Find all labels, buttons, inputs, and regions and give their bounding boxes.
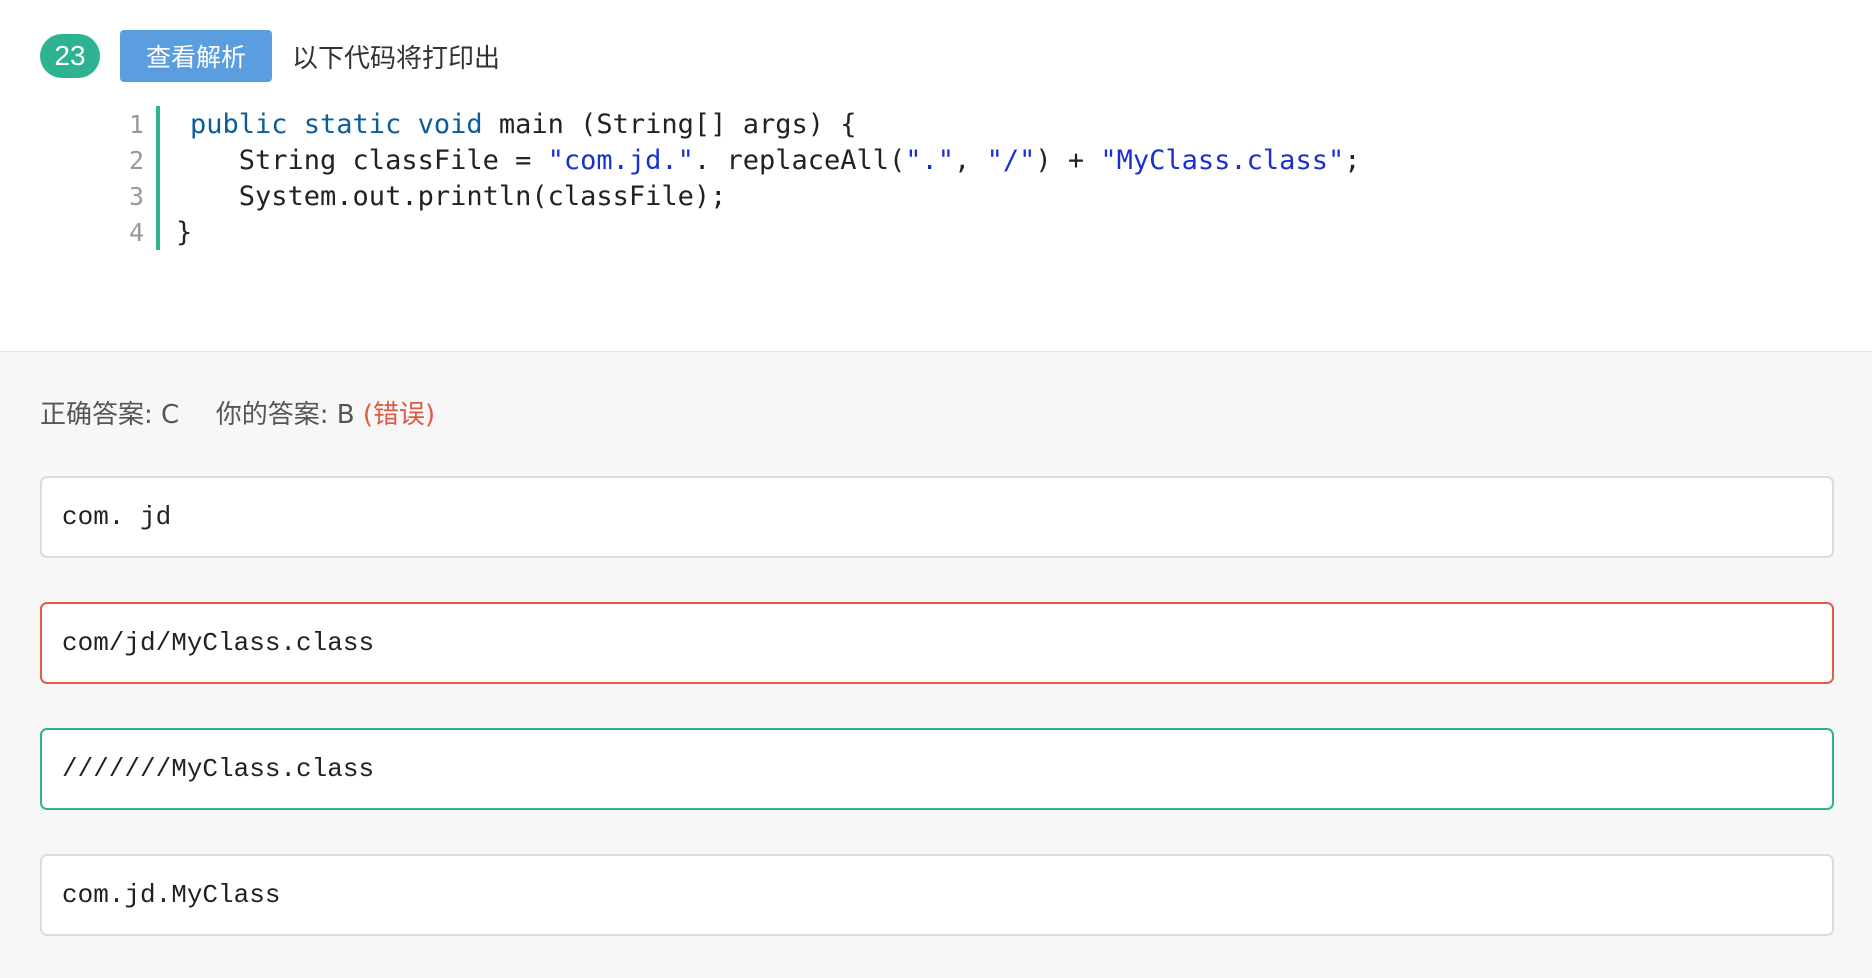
code-token: , [954,144,987,176]
code-string: "com.jd." [547,144,694,176]
code-token: System.out.println(classFile); [190,180,727,212]
line-number: 4 [128,217,144,247]
code-text: } [160,217,192,248]
line-number: 1 [128,109,144,139]
code-text: public static void main (String[] args) … [160,109,856,140]
line-number: 3 [128,181,144,211]
correct-answer-label: 正确答案: C [40,400,180,430]
question-number-badge: 23 [40,34,100,78]
answer-status-badge: (错误) [362,400,436,430]
code-text: String classFile = "com.jd.". replaceAll… [160,144,1361,176]
question-header: 23 查看解析 以下代码将打印出 [40,30,500,82]
code-string: "." [905,144,955,176]
code-text: System.out.println(classFile); [160,180,727,212]
question-prompt: 以下代码将打印出 [292,43,501,74]
question-panel: 23 查看解析 以下代码将打印出 1 public static void ma… [0,0,1872,352]
code-keyword: public static void [190,108,483,140]
view-analysis-button[interactable]: 查看解析 [120,30,272,82]
option-c[interactable]: ///////MyClass.class [40,728,1834,810]
answer-panel: 正确答案: C 你的答案: B (错误) com. jd com/jd/MyCl… [0,352,1872,978]
your-answer-label: 你的答案: B [215,400,355,430]
code-block: 1 public static void main (String[] args… [100,106,1360,250]
answer-summary: 正确答案: C 你的答案: B (错误) [40,394,435,431]
option-a[interactable]: com. jd [40,476,1834,558]
code-string: "MyClass.class" [1100,144,1345,176]
code-line: 1 public static void main (String[] args… [100,106,1360,142]
code-token: . replaceAll( [693,144,906,176]
code-string: "/" [986,144,1036,176]
code-token: String classFile = [190,144,548,176]
code-line: 2 String classFile = "com.jd.". replaceA… [100,142,1360,178]
code-token: main (String[] args) { [482,108,857,140]
code-token: ) + [1035,144,1101,176]
option-b[interactable]: com/jd/MyClass.class [40,602,1834,684]
line-number: 2 [128,145,144,175]
code-token: ; [1344,144,1361,176]
code-line: 4 } [100,214,1360,250]
code-token: } [176,216,193,248]
option-d[interactable]: com.jd.MyClass [40,854,1834,936]
code-line: 3 System.out.println(classFile); [100,178,1360,214]
